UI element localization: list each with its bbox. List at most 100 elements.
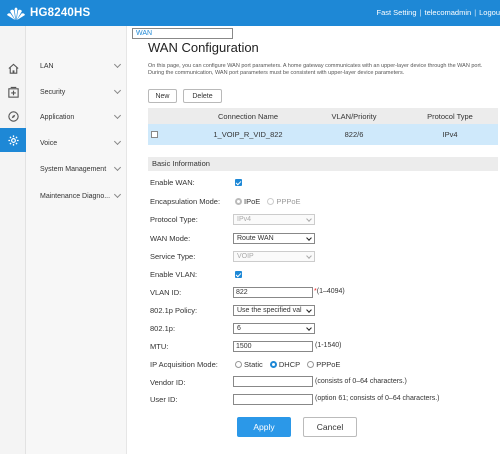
cancel-button[interactable]: Cancel — [303, 417, 357, 437]
menu-item-label: Security — [40, 88, 66, 96]
vlan-id-input[interactable]: 822 — [233, 287, 313, 298]
settings-menu: WAN LAN Security Application Voice Syste… — [26, 26, 233, 454]
dhcp-label: DHCP — [278, 360, 301, 369]
divider: | — [419, 8, 422, 17]
protocol-type-label: Protocol Type: — [150, 215, 198, 224]
gear-icon — [7, 134, 19, 146]
value-8021p-label: 802.1p: — [150, 324, 176, 333]
connection-name-cell: 1_VOIP_R_VID_822 — [213, 130, 283, 139]
nav-advanced[interactable] — [0, 80, 26, 104]
chevron-down-icon — [306, 307, 312, 313]
menu-item-label: Application — [40, 113, 75, 121]
chevron-down-icon — [113, 163, 122, 172]
encapsulation-label: Encapsulation Mode: — [150, 197, 221, 206]
protocol-cell: IPv4 — [442, 130, 458, 139]
nav-settings[interactable] — [0, 128, 26, 152]
nav-diagnose[interactable] — [0, 104, 26, 128]
pppoe-radio[interactable] — [307, 361, 315, 368]
menu-item-system-management[interactable]: System Management — [26, 157, 127, 181]
delete-button[interactable]: Delete — [183, 89, 222, 103]
brand-logo[interactable]: HG8240HS — [5, 4, 90, 22]
ipoe-radio[interactable] — [235, 198, 242, 205]
pppoe-label: PPPoE — [316, 360, 341, 369]
nav-home[interactable] — [0, 56, 26, 80]
icon-sidebar — [0, 26, 26, 454]
wan-mode-value: Route WAN — [237, 235, 274, 242]
home-icon — [7, 63, 19, 74]
column-header: Connection Name — [217, 112, 279, 121]
ip-acquisition-radio-group: Static DHCP PPPoE — [235, 360, 345, 369]
menu-item-label: Maintenance Diagno... — [40, 192, 111, 200]
user-id-input[interactable] — [233, 394, 313, 405]
policy-8021p-select[interactable]: Use the specified val — [233, 305, 315, 316]
apply-button[interactable]: Apply — [237, 417, 291, 437]
plus-box-icon — [7, 86, 19, 98]
menu-item-voice[interactable]: Voice — [26, 131, 127, 155]
logout-link[interactable]: Logou — [479, 8, 500, 17]
main-content: WAN Configuration On this page, you can … — [127, 26, 500, 454]
compass-icon — [7, 110, 19, 122]
mtu-input[interactable]: 1500 — [233, 341, 313, 352]
vlan-priority-cell: 822/6 — [344, 130, 364, 139]
dhcp-radio[interactable] — [269, 361, 277, 368]
pppoe-radio[interactable] — [267, 198, 275, 205]
enable-vlan-checkbox[interactable] — [235, 271, 242, 278]
user-id-label: User ID: — [150, 395, 178, 404]
fast-setting-link[interactable]: Fast Setting — [377, 8, 417, 17]
table-header: Connection Name VLAN/Priority Protocol T… — [148, 108, 498, 124]
chevron-down-icon — [306, 325, 312, 331]
enable-wan-label: Enable WAN: — [150, 178, 195, 187]
menu-item-label: Voice — [40, 139, 58, 147]
service-type-value: VOIP — [237, 253, 254, 260]
policy-8021p-value: Use the specified val — [237, 307, 302, 314]
menu-item-maintenance[interactable]: Maintenance Diagno... — [26, 184, 127, 208]
chevron-down-icon — [113, 111, 122, 120]
user-id-hint: (option 61; consists of 0–64 characters.… — [315, 395, 440, 402]
service-type-select[interactable]: VOIP — [233, 251, 315, 262]
vendor-id-hint: (consists of 0–64 characters.) — [315, 378, 407, 385]
policy-8021p-label: 802.1p Policy: — [150, 306, 198, 315]
page-title: WAN Configuration — [148, 40, 259, 55]
chevron-down-icon — [306, 235, 312, 241]
menu-item-label: System Management — [40, 165, 107, 173]
huawei-logo-icon — [7, 7, 25, 20]
menu-item-lan[interactable]: LAN — [26, 54, 127, 78]
mtu-label: MTU: — [150, 342, 169, 351]
chevron-down-icon — [113, 137, 122, 146]
static-radio[interactable] — [235, 361, 242, 368]
new-button[interactable]: New — [148, 89, 177, 103]
chevron-down-icon — [113, 60, 122, 69]
chevron-down-icon — [306, 253, 312, 259]
ip-acquisition-label: IP Acquisition Mode: — [150, 360, 218, 369]
wan-mode-select[interactable]: Route WAN — [233, 233, 315, 244]
static-label: Static — [244, 360, 263, 369]
value-8021p-select[interactable]: 6 — [233, 323, 315, 334]
user-link[interactable]: telecomadmin — [424, 8, 471, 17]
encapsulation-radio-group: IPoE PPPoE — [235, 197, 306, 206]
protocol-type-select[interactable]: IPv4 — [233, 214, 315, 225]
divider: | — [474, 8, 477, 17]
chevron-down-icon — [113, 190, 122, 199]
menu-item-security[interactable]: Security — [26, 80, 127, 104]
value-8021p-value: 6 — [237, 325, 241, 332]
brand-name: HG8240HS — [30, 7, 91, 19]
menu-item-label: LAN — [40, 62, 54, 70]
section-header: Basic Information — [148, 157, 498, 171]
enable-wan-checkbox[interactable] — [235, 179, 242, 186]
ipoe-label: IPoE — [244, 197, 261, 206]
vendor-id-label: Vendor ID: — [150, 378, 186, 387]
vlan-id-label: VLAN ID: — [150, 288, 182, 297]
menu-item-application[interactable]: Application — [26, 105, 127, 129]
wan-mode-label: WAN Mode: — [150, 234, 191, 243]
top-links: Fast Setting | telecomadmin | Logou — [377, 8, 500, 17]
column-header: Protocol Type — [427, 112, 473, 121]
protocol-type-value: IPv4 — [237, 216, 252, 223]
chevron-down-icon — [306, 216, 312, 222]
pppoe-label: PPPoE — [276, 197, 301, 206]
enable-vlan-label: Enable VLAN: — [150, 270, 198, 279]
table-row[interactable]: 1_VOIP_R_VID_822 822/6 IPv4 — [148, 124, 498, 145]
row-checkbox[interactable] — [151, 131, 158, 138]
vendor-id-input[interactable] — [233, 376, 313, 387]
column-header: VLAN/Priority — [331, 112, 377, 121]
top-bar: HG8240HS Fast Setting | telecomadmin | Logou — [0, 0, 500, 26]
